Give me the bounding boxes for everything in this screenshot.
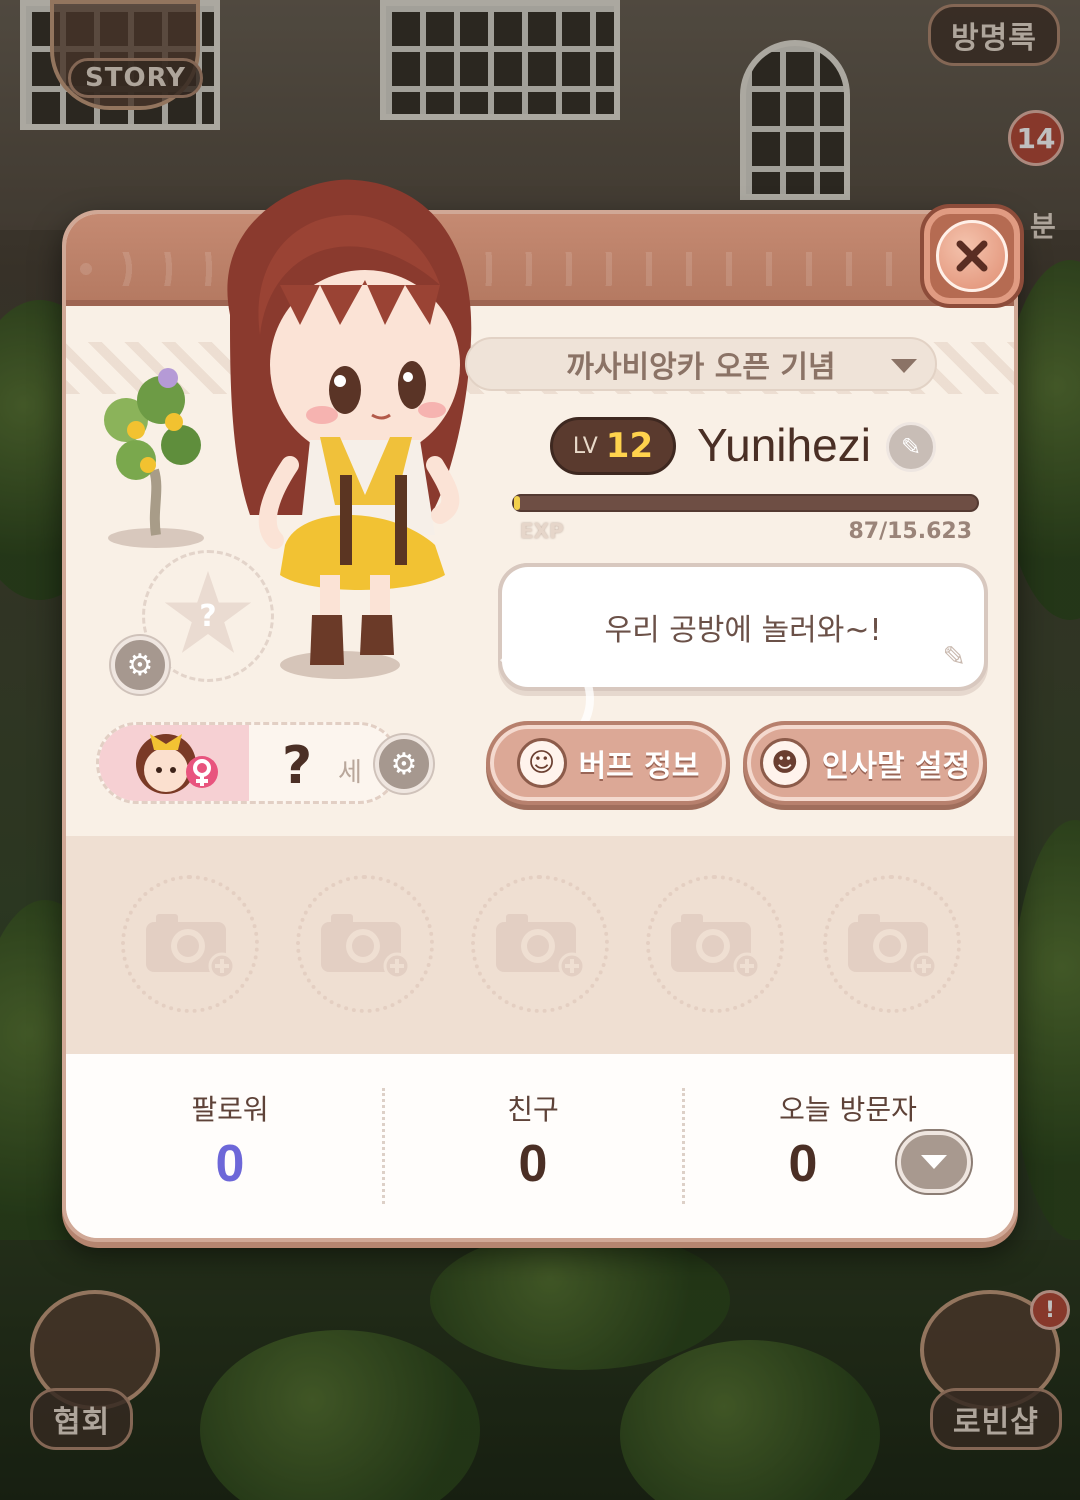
camera-add-icon <box>321 914 411 980</box>
followers-label: 팔로워 <box>191 1093 269 1126</box>
close-icon <box>956 240 988 272</box>
player-name: Yunihezi <box>697 419 871 471</box>
girl-face-badge-icon <box>136 734 218 794</box>
chevron-down-icon <box>921 1155 947 1169</box>
level-prefix: LV <box>572 433 598 459</box>
pet-settings-button[interactable]: ⚙ <box>111 636 169 694</box>
pencil-icon: ✎ <box>900 433 922 461</box>
exp-label: EXP <box>520 519 564 543</box>
greeting-text: 우리 공방에 놀러와~! <box>604 613 882 648</box>
age-settings-button[interactable]: ⚙ <box>375 735 433 793</box>
pet-slot-symbol: ? <box>199 598 217 634</box>
photo-slot[interactable] <box>823 875 961 1013</box>
photo-slot[interactable] <box>296 875 434 1013</box>
followers-value: 0 <box>215 1135 245 1193</box>
camera-add-icon <box>671 914 761 980</box>
age-value: ? <box>282 736 313 796</box>
buff-info-button[interactable]: ☺ 버프 정보 <box>486 721 730 805</box>
level-value: 12 <box>605 426 654 466</box>
pencil-icon[interactable]: ✎ <box>943 640 966 673</box>
buff-info-label: 버프 정보 <box>578 749 700 784</box>
visitors-label: 오늘 방문자 <box>779 1093 917 1126</box>
visitors-dropdown-button[interactable] <box>897 1131 971 1193</box>
title-dropdown[interactable]: 까사비앙카 오픈 기념 <box>465 337 937 391</box>
level-badge: LV 12 <box>550 417 676 475</box>
friends-label: 친구 <box>507 1093 559 1126</box>
exp-progress-bar <box>512 494 979 512</box>
buff-person-icon: ☺ <box>516 738 567 788</box>
plant-decoration-icon <box>104 368 204 548</box>
age-unit: 세 <box>338 758 362 788</box>
exp-value: 87/15.623 <box>848 519 972 544</box>
followers-stat[interactable]: 팔로워 0 <box>80 1088 380 1194</box>
photo-slot[interactable] <box>471 875 609 1013</box>
photo-slot[interactable] <box>646 875 784 1013</box>
waving-face-icon: ☻ <box>759 738 810 788</box>
gear-icon: ⚙ <box>126 647 154 683</box>
gear-icon: ⚙ <box>390 746 418 782</box>
camera-add-icon <box>848 914 938 980</box>
greeting-settings-button[interactable]: ☻ 인사말 설정 <box>743 721 987 805</box>
chevron-down-icon <box>891 359 917 373</box>
edit-name-button[interactable]: ✎ <box>886 422 936 472</box>
photo-slot[interactable] <box>121 875 259 1013</box>
camera-add-icon <box>496 914 586 980</box>
title-dropdown-value: 까사비앙카 오픈 기념 <box>566 350 836 385</box>
greeting-settings-label: 인사말 설정 <box>821 749 971 784</box>
pet-star-icon: ? <box>164 571 252 653</box>
close-button[interactable] <box>920 204 1024 308</box>
camera-add-icon <box>146 914 236 980</box>
